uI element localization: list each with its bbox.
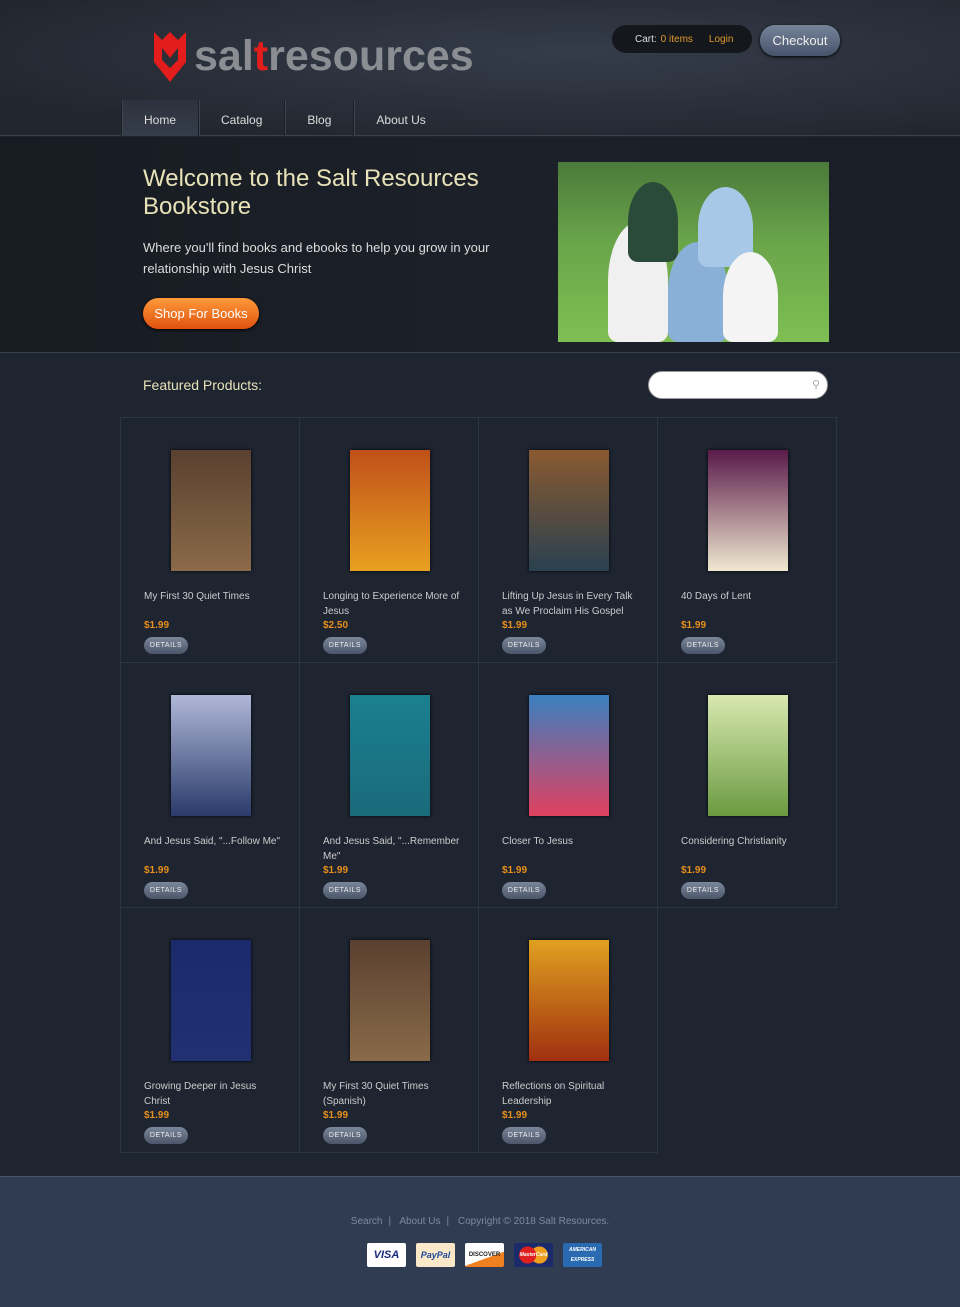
logo-text: saltresources — [194, 31, 474, 80]
product-title[interactable]: And Jesus Said, "...Remember Me" — [323, 834, 463, 864]
product-card: Lifting Up Jesus in Every Talk as We Pro… — [478, 417, 658, 663]
product-title[interactable]: My First 30 Quiet Times (Spanish) — [323, 1079, 463, 1109]
book-cover-image[interactable] — [708, 695, 788, 816]
details-button[interactable]: DETAILS — [681, 637, 725, 654]
nav-blog[interactable]: Blog — [284, 100, 353, 136]
product-title[interactable]: Considering Christianity — [681, 834, 821, 849]
hero-banner: Welcome to the Salt Resources Bookstore … — [0, 137, 960, 353]
details-button[interactable]: DETAILS — [323, 637, 367, 654]
checkout-button[interactable]: Checkout — [760, 25, 840, 56]
product-price: $1.99 — [144, 865, 170, 876]
product-card: 40 Days of Lent $1.99 DETAILS — [657, 417, 837, 663]
product-price: $1.99 — [144, 1110, 170, 1121]
book-cover-image[interactable] — [350, 940, 430, 1061]
product-title[interactable]: My First 30 Quiet Times — [144, 589, 284, 604]
book-cover-image[interactable] — [708, 450, 788, 571]
american-express-icon: AMERICAN EXPRESS — [563, 1243, 602, 1267]
family-photo — [558, 162, 829, 342]
details-button[interactable]: DETAILS — [502, 1127, 546, 1144]
product-card: Reflections on Spiritual Leadership $1.9… — [478, 907, 658, 1153]
book-cover-image[interactable] — [350, 450, 430, 571]
book-cover-image[interactable] — [171, 450, 251, 571]
product-title[interactable]: Growing Deeper in Jesus Christ — [144, 1079, 284, 1109]
mastercard-icon: MasterCard — [514, 1243, 553, 1267]
product-price: $2.50 — [323, 620, 349, 631]
payment-cards: VISA PayPal DISCOVER MasterCard AMERICAN… — [367, 1243, 602, 1267]
product-card: And Jesus Said, "...Follow Me" $1.99 DET… — [120, 662, 300, 908]
product-title[interactable]: And Jesus Said, "...Follow Me" — [144, 834, 284, 849]
footer-about-link[interactable]: About Us — [399, 1216, 440, 1227]
product-price: $1.99 — [502, 1110, 528, 1121]
product-card: Longing to Experience More of Jesus $2.5… — [299, 417, 479, 663]
product-card: Considering Christianity $1.99 DETAILS — [657, 662, 837, 908]
details-button[interactable]: DETAILS — [502, 882, 546, 899]
book-cover-image[interactable] — [171, 940, 251, 1061]
product-price: $1.99 — [681, 865, 707, 876]
book-cover-image[interactable] — [529, 695, 609, 816]
product-price: $1.99 — [323, 1110, 349, 1121]
details-button[interactable]: DETAILS — [144, 1127, 188, 1144]
cart-label: Cart: — [635, 33, 657, 45]
book-cover-image[interactable] — [350, 695, 430, 816]
hero-title: Welcome to the Salt Resources Bookstore — [143, 165, 479, 220]
product-title[interactable]: Reflections on Spiritual Leadership — [502, 1079, 642, 1109]
footer: Search | About Us | Copyright © 2018 Salt … — [0, 1176, 960, 1307]
details-button[interactable]: DETAILS — [144, 882, 188, 899]
details-button[interactable]: DETAILS — [144, 637, 188, 654]
book-cover-image[interactable] — [529, 940, 609, 1061]
login-link[interactable]: Login — [709, 34, 733, 45]
hero-text: Where you'll find books and ebooks to he… — [143, 240, 490, 276]
product-title[interactable]: Closer To Jesus — [502, 834, 642, 849]
details-button[interactable]: DETAILS — [323, 1127, 367, 1144]
main-nav: Home Catalog Blog About Us — [121, 100, 448, 136]
visa-icon: VISA — [367, 1243, 406, 1267]
cart-bar: Cart: 0 items Login — [612, 25, 752, 53]
product-card: Growing Deeper in Jesus Christ $1.99 DET… — [120, 907, 300, 1153]
product-title[interactable]: 40 Days of Lent — [681, 589, 821, 604]
search-icon[interactable]: ⚲ — [812, 378, 820, 391]
product-card: My First 30 Quiet Times (Spanish) $1.99 … — [299, 907, 479, 1153]
copyright: Copyright © 2018 Salt Resources. — [457, 1216, 610, 1227]
product-price: $1.99 — [502, 865, 528, 876]
details-button[interactable]: DETAILS — [502, 637, 546, 654]
product-title[interactable]: Longing to Experience More of Jesus — [323, 589, 463, 619]
product-price: $1.99 — [144, 620, 170, 631]
details-button[interactable]: DETAILS — [681, 882, 725, 899]
product-price: $1.99 — [323, 865, 349, 876]
book-cover-image[interactable] — [529, 450, 609, 571]
shop-for-books-button[interactable]: Shop For Books — [143, 298, 259, 329]
details-button[interactable]: DETAILS — [323, 882, 367, 899]
search-input[interactable]: ⚲ — [648, 371, 828, 399]
nav-catalog[interactable]: Catalog — [198, 100, 284, 136]
cart-items-link[interactable]: 0 items — [661, 34, 693, 45]
nav-about-us[interactable]: About Us — [353, 100, 447, 136]
nav-home[interactable]: Home — [121, 100, 199, 136]
product-card: Closer To Jesus $1.99 DETAILS — [478, 662, 658, 908]
product-card: And Jesus Said, "...Remember Me" $1.99 D… — [299, 662, 479, 908]
product-title[interactable]: Lifting Up Jesus in Every Talk as We Pro… — [502, 589, 642, 619]
footer-search-link[interactable]: Search — [351, 1216, 383, 1227]
paypal-icon: PayPal — [416, 1243, 455, 1267]
product-card: My First 30 Quiet Times $1.99 DETAILS — [120, 417, 300, 663]
logo[interactable]: saltresources — [152, 28, 474, 84]
product-price: $1.99 — [502, 620, 528, 631]
discover-icon: DISCOVER — [465, 1243, 504, 1267]
book-cover-image[interactable] — [171, 695, 251, 816]
logo-shield-icon — [154, 32, 186, 82]
product-price: $1.99 — [681, 620, 707, 631]
featured-heading: Featured Products: — [143, 377, 263, 393]
header: saltresources Cart: 0 items Login Checko… — [0, 0, 960, 136]
